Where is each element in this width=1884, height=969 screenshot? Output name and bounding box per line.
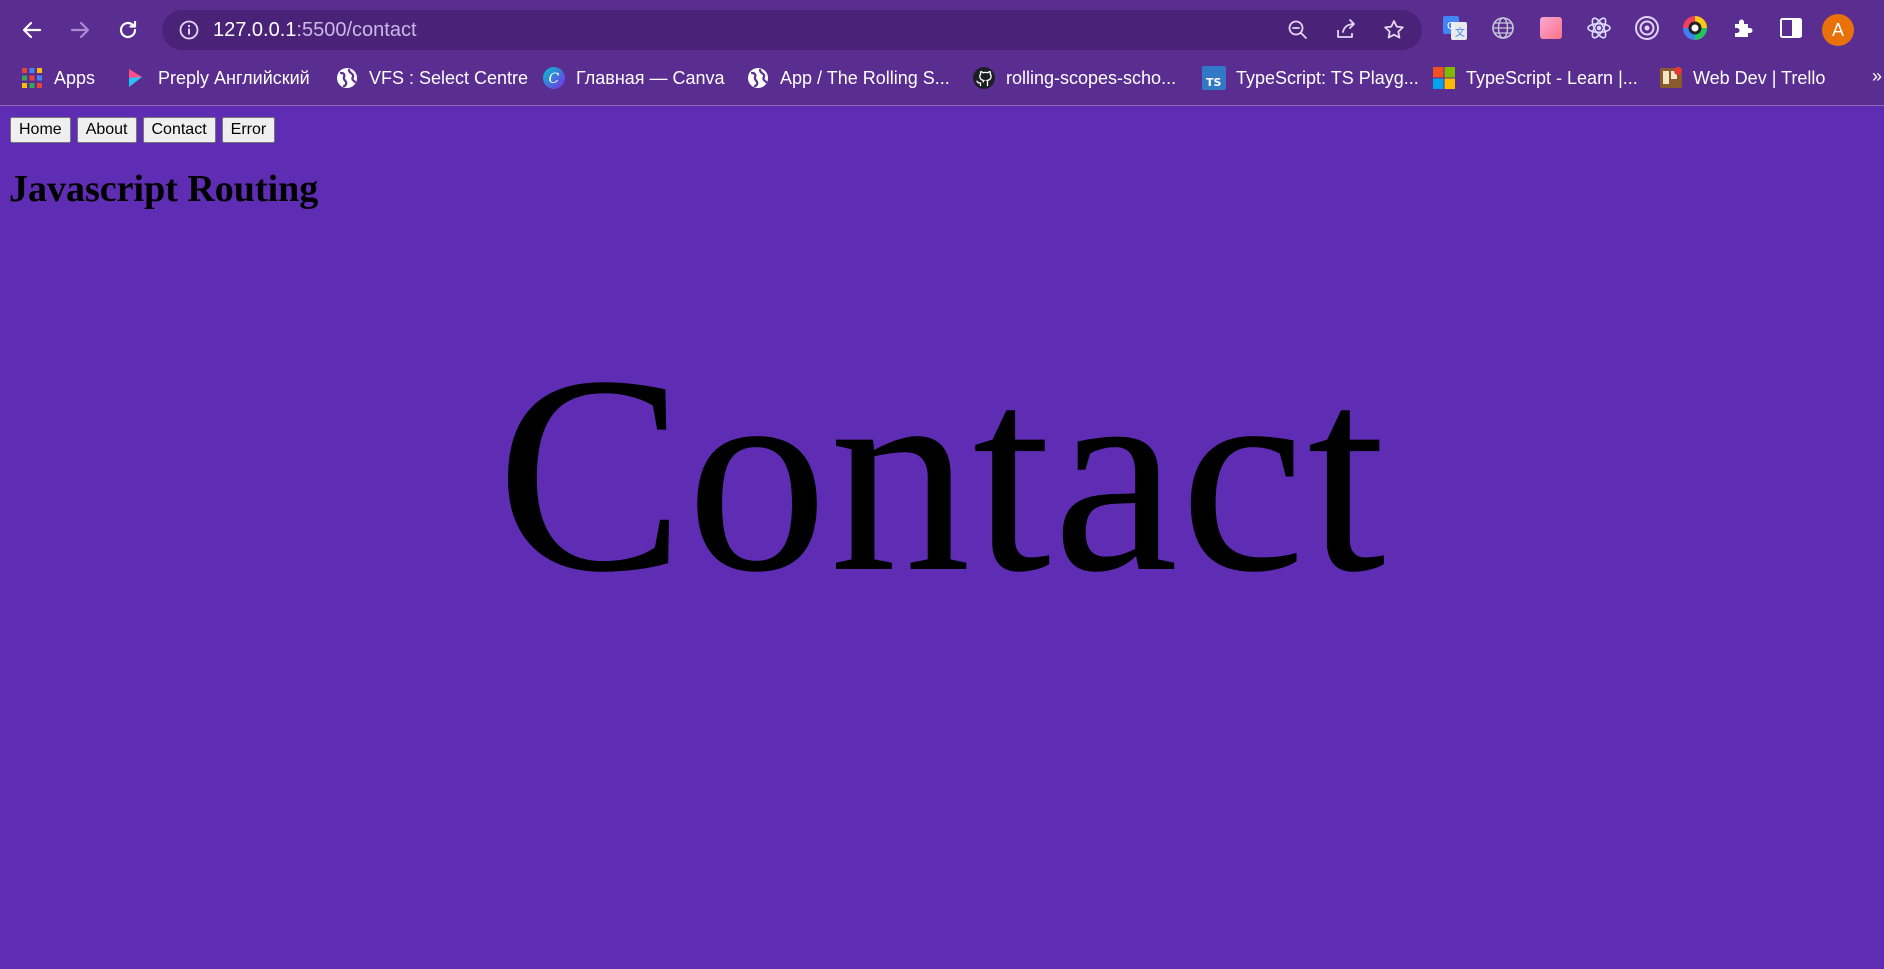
bookmark-typescript-learn[interactable]: TypeScript - Learn |... [1432,62,1638,94]
error-button[interactable]: Error [221,117,276,143]
svg-text:G: G [1447,21,1455,32]
typescript-icon: TS [1202,66,1226,90]
bookmark-ts-playground[interactable]: TS TypeScript: TS Playg... [1202,62,1419,94]
home-button[interactable]: Home [10,117,71,143]
bookmarks-overflow-chevron-icon[interactable]: » [1872,66,1882,87]
svg-text:C: C [549,71,560,87]
bookmark-label: Apps [54,67,96,88]
svg-text:文: 文 [1455,26,1465,39]
react-devtools-icon[interactable] [1585,14,1613,42]
browser-chrome: 127.0.0.1:5500/contact G文 A Apps Preply … [0,0,1884,106]
trello-icon [1659,66,1683,90]
canva-icon: C [542,66,566,90]
profile-avatar[interactable]: A [1822,14,1854,46]
reload-icon [119,20,137,39]
bookmark-label: TypeScript: TS Playg... [1236,67,1419,88]
bookmark-label: TypeScript - Learn |... [1466,67,1638,88]
bookmark-label: Главная — Canva [576,67,725,88]
gradient-extension-icon[interactable] [1537,14,1565,42]
bookmark-trello[interactable]: Web Dev | Trello [1659,62,1825,94]
share-icon[interactable] [1334,18,1358,42]
page-title: Javascript Routing [9,168,319,210]
back-arrow-icon [22,21,42,39]
bookmark-label: App / The Rolling S... [780,67,950,88]
target-extension-icon[interactable] [1633,14,1661,42]
bookmark-label: rolling-scopes-scho... [1006,67,1177,88]
forward-arrow-icon [70,21,90,39]
address-bar[interactable]: 127.0.0.1:5500/contact [162,10,1422,50]
reload-button[interactable] [110,12,146,48]
forward-button[interactable] [62,12,98,48]
globe-extension-icon[interactable] [1489,14,1517,42]
extensions-puzzle-icon[interactable] [1729,14,1757,42]
url-path: :5500/contact [296,19,417,41]
bookmark-vfs[interactable]: VFS : Select Centre [335,62,528,94]
github-icon [972,66,996,90]
router-nav: Home About Contact Error [10,117,276,143]
route-content-heading: Contact [496,318,1388,630]
color-picker-extension-icon[interactable] [1681,14,1709,42]
bookmark-github-rolling-scopes[interactable]: rolling-scopes-scho... [972,62,1176,94]
apps-grid-icon [20,66,44,90]
svg-text:TS: TS [1206,76,1222,89]
globe-icon [335,66,359,90]
bookmark-apps[interactable]: Apps [20,62,95,94]
bookmark-preply[interactable]: Preply Английский [124,62,310,94]
site-info-icon[interactable] [178,19,200,41]
bookmark-star-icon[interactable] [1382,18,1406,42]
google-translate-icon[interactable]: G文 [1441,14,1469,42]
bookmark-label: VFS : Select Centre [369,67,529,88]
bookmark-rolling-scopes-app[interactable]: App / The Rolling S... [746,62,950,94]
zoom-out-icon[interactable] [1286,18,1310,42]
profile-initial: A [1831,19,1844,40]
url-text[interactable]: 127.0.0.1:5500/contact [213,19,417,42]
bookmarks-bar: Apps Preply Английский VFS : Select Cent… [0,62,1884,94]
bookmark-label: Preply Английский [158,67,310,88]
bookmark-label: Web Dev | Trello [1693,67,1826,88]
bookmark-canva[interactable]: C Главная — Canva [542,62,725,94]
globe-icon [746,66,770,90]
side-panel-icon[interactable] [1777,14,1805,42]
preply-icon [124,66,148,90]
browser-toolbar: 127.0.0.1:5500/contact G文 A [0,0,1884,60]
back-button[interactable] [14,12,50,48]
microsoft-icon [1432,66,1456,90]
contact-button[interactable]: Contact [142,117,216,143]
about-button[interactable]: About [76,117,137,143]
page-content: Home About Contact Error Javascript Rout… [0,107,1884,969]
url-host: 127.0.0.1 [213,19,297,41]
